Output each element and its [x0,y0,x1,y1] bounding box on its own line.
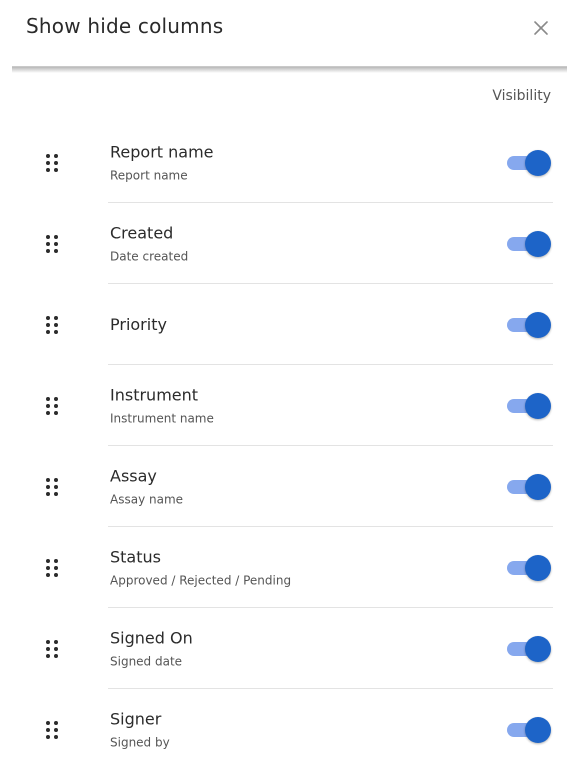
visibility-toggle[interactable] [505,635,551,663]
drag-handle-icon[interactable] [45,315,59,335]
drag-handle-icon[interactable] [45,396,59,416]
column-sublabel: Signed date [110,654,183,668]
column-label: Instrument [110,385,199,404]
column-label: Signer [110,709,162,728]
visibility-column-header: Visibility [492,88,551,104]
visibility-toggle[interactable] [505,716,551,744]
visibility-toggle[interactable] [505,392,551,420]
column-list: Report name Report name Created Date cre… [0,122,567,770]
dialog-title: Show hide columns [26,14,224,38]
column-label: Assay [110,466,157,485]
column-sublabel: Report name [110,168,188,182]
toggle-knob [525,392,551,419]
toggle-knob [525,716,551,743]
visibility-toggle[interactable] [505,311,551,339]
column-label: Status [110,547,161,566]
toggle-knob [525,149,551,176]
column-row-status: Status Approved / Rejected / Pending [0,527,567,608]
column-row-instrument: Instrument Instrument name [0,365,567,446]
column-sublabel: Instrument name [110,411,214,425]
close-icon [534,21,548,35]
header-divider [12,66,567,73]
drag-handle-icon[interactable] [45,234,59,254]
drag-handle-icon[interactable] [45,720,59,740]
column-sublabel: Date created [110,249,189,263]
column-row-created: Created Date created [0,203,567,284]
column-label: Priority [110,314,167,334]
column-row-assay: Assay Assay name [0,446,567,527]
column-row-signed-on: Signed On Signed date [0,608,567,689]
visibility-toggle[interactable] [505,473,551,501]
column-label: Created [110,223,174,242]
toggle-knob [525,230,551,257]
toggle-knob [525,635,551,662]
column-sublabel: Assay name [110,492,184,506]
drag-handle-icon[interactable] [45,477,59,497]
drag-handle-icon[interactable] [45,558,59,578]
column-label: Report name [110,142,214,161]
toggle-knob [525,311,551,338]
visibility-toggle[interactable] [505,554,551,582]
toggle-knob [525,554,551,581]
column-row-priority: Priority [0,284,567,365]
column-row-report-name: Report name Report name [0,122,567,203]
toggle-knob [525,473,551,500]
visibility-toggle[interactable] [505,149,551,177]
column-sublabel: Signed by [110,735,170,749]
drag-handle-icon[interactable] [45,639,59,659]
dialog-header: Show hide columns [0,0,567,66]
column-label: Signed On [110,628,193,647]
close-button[interactable] [529,16,553,40]
drag-handle-icon[interactable] [45,153,59,173]
column-row-signer: Signer Signed by [0,689,567,770]
visibility-toggle[interactable] [505,230,551,258]
column-sublabel: Approved / Rejected / Pending [110,573,292,587]
